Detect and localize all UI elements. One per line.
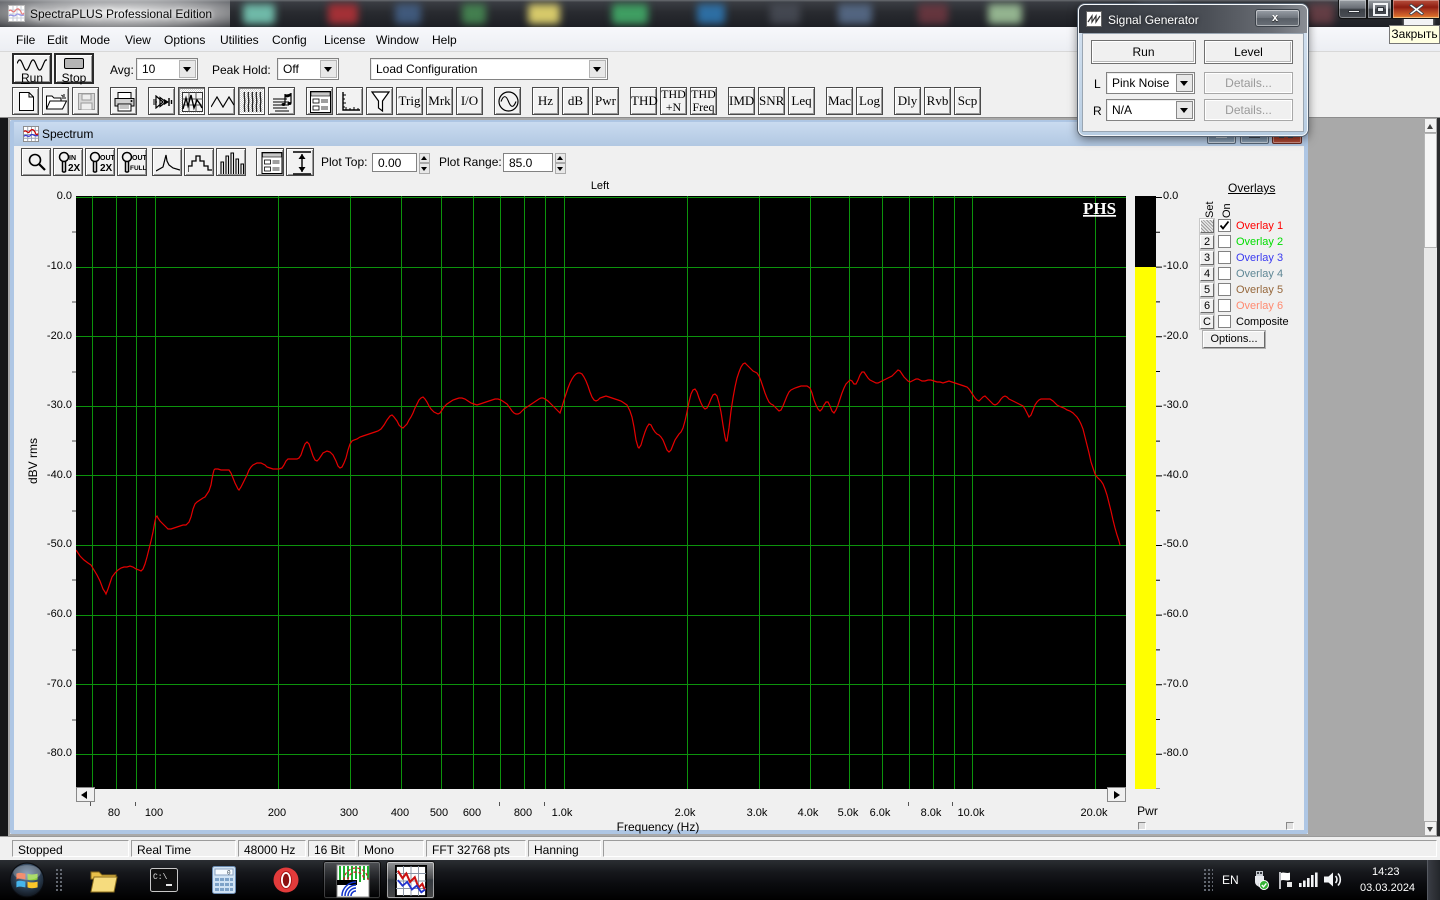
- svg-text:IN: IN: [69, 155, 76, 162]
- svg-text:OUT: OUT: [100, 155, 114, 162]
- svg-text:0: 0: [227, 870, 231, 877]
- svg-text:2X: 2X: [68, 163, 81, 174]
- svg-text:C:\: C:\: [153, 873, 168, 882]
- svg-text:FULL: FULL: [130, 165, 146, 172]
- svg-text:PHS: PHS: [1083, 199, 1116, 218]
- svg-text:2X: 2X: [100, 163, 113, 174]
- svg-text:OUT: OUT: [132, 155, 146, 162]
